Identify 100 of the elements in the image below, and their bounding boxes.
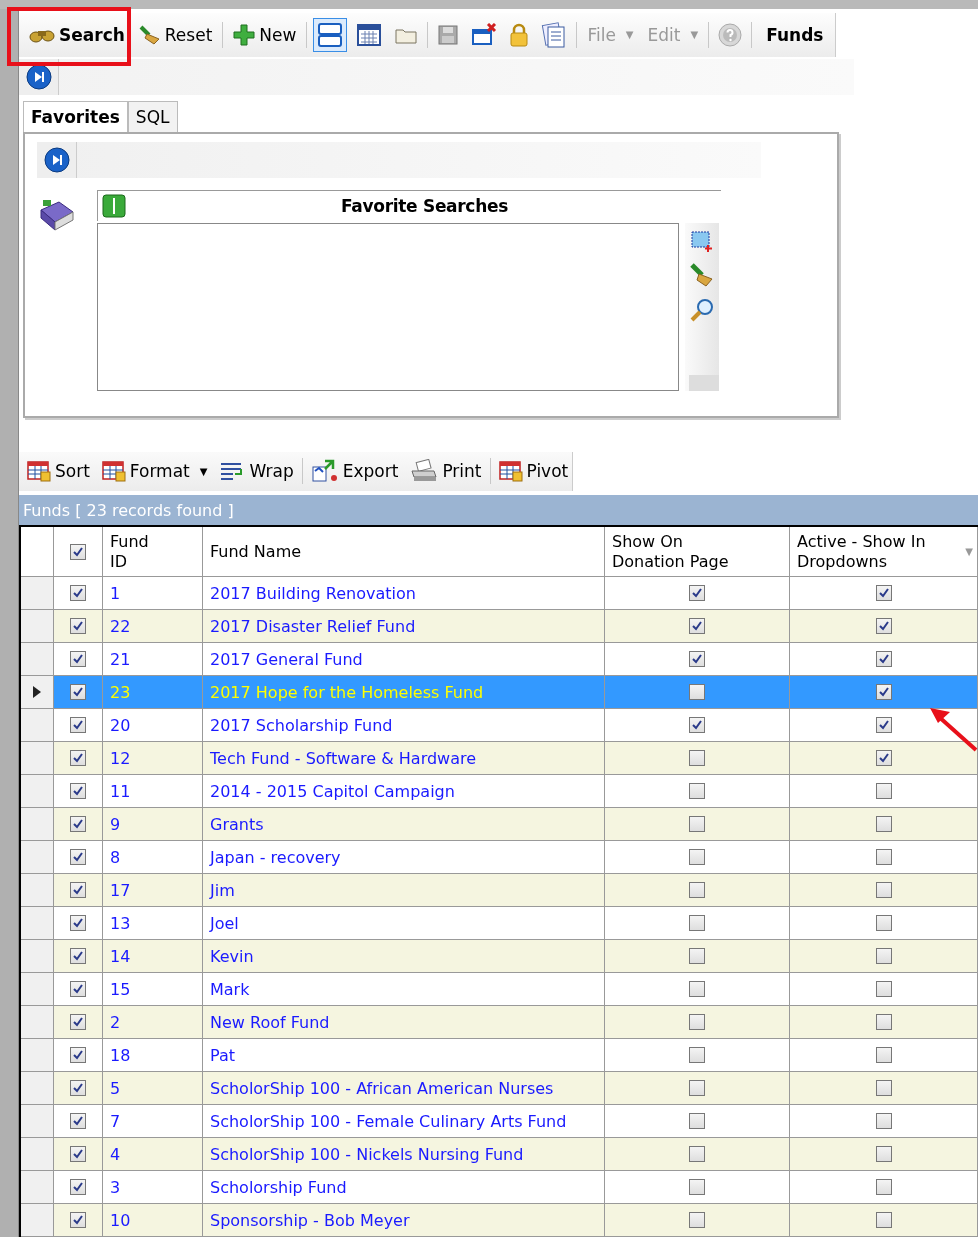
column-header[interactable]: Show On Donation Page: [605, 527, 790, 577]
book-icon: [37, 197, 77, 234]
checkbox[interactable]: [875, 915, 892, 931]
checkbox[interactable]: [689, 1014, 705, 1030]
toolbar-button[interactable]: [313, 17, 348, 52]
checkbox[interactable]: [875, 750, 892, 766]
checkbox[interactable]: [875, 1047, 892, 1063]
checkbox[interactable]: [70, 1014, 86, 1030]
tab[interactable]: Favorites: [23, 100, 128, 132]
column-header[interactable]: Fund Name: [203, 527, 605, 577]
checkbox[interactable]: [875, 783, 892, 799]
checkbox[interactable]: [70, 1113, 86, 1129]
checkbox[interactable]: [70, 750, 86, 766]
checkbox[interactable]: [70, 618, 86, 634]
add-selection-icon[interactable]: [690, 228, 714, 253]
checkbox[interactable]: [70, 585, 86, 601]
checkbox[interactable]: [875, 849, 892, 865]
checkbox[interactable]: [70, 1080, 86, 1096]
next-icon: [43, 146, 70, 173]
checkbox[interactable]: [875, 684, 892, 700]
table-row[interactable]: 12 Tech Fund - Software & Hardware: [21, 742, 978, 775]
table-row[interactable]: 2 New Roof Fund: [21, 1006, 978, 1039]
checkbox[interactable]: [70, 1146, 86, 1162]
table-row[interactable]: 4 ScholorShip 100 - Nickels Nursing Fund: [21, 1138, 978, 1171]
checkbox[interactable]: [689, 684, 705, 700]
new-button[interactable]: New: [229, 20, 301, 49]
checkbox[interactable]: [70, 1179, 86, 1195]
checkbox[interactable]: [689, 717, 705, 733]
table-cell: 4: [103, 1138, 203, 1171]
checkbox[interactable]: [689, 882, 705, 898]
toolbar-button[interactable]: Wrap: [215, 459, 298, 484]
search-icon[interactable]: [689, 296, 715, 323]
checkbox[interactable]: [70, 981, 86, 997]
checkbox[interactable]: [875, 1146, 892, 1162]
toolbar-button[interactable]: Export: [306, 457, 403, 486]
table-row[interactable]: 5 ScholorShip 100 - African American Nurses: [21, 1072, 978, 1105]
reset-button[interactable]: Reset: [134, 21, 217, 48]
checkbox[interactable]: [689, 1047, 705, 1063]
tab[interactable]: SQL: [127, 100, 178, 132]
checkbox[interactable]: [70, 915, 86, 931]
table-row[interactable]: 14 Kevin: [21, 940, 978, 973]
checkbox[interactable]: [689, 981, 705, 997]
checkbox[interactable]: [70, 816, 86, 832]
checkbox[interactable]: [689, 849, 705, 865]
checkbox[interactable]: [689, 948, 705, 964]
checkbox[interactable]: [70, 882, 86, 898]
checkbox[interactable]: [875, 948, 892, 964]
table-cell: 10: [103, 1204, 203, 1237]
checkbox[interactable]: [689, 651, 705, 667]
checkbox[interactable]: [70, 717, 86, 733]
module-title: Funds: [765, 24, 825, 45]
checkbox[interactable]: [689, 585, 705, 601]
checkbox[interactable]: [70, 684, 86, 700]
checkbox[interactable]: [70, 543, 86, 560]
checkbox[interactable]: [689, 750, 705, 766]
column-header[interactable]: Active - Show In Dropdowns ▼: [790, 527, 978, 577]
broom-icon[interactable]: [689, 262, 715, 287]
checkbox[interactable]: [875, 816, 892, 832]
column-header[interactable]: Fund ID: [103, 527, 203, 577]
checkbox[interactable]: [689, 1080, 705, 1096]
table-cell: 12: [103, 742, 203, 775]
checkbox[interactable]: [70, 1212, 86, 1228]
checkbox[interactable]: [70, 783, 86, 799]
checkbox[interactable]: [689, 1179, 705, 1195]
next-icon: [25, 63, 52, 90]
table-cell: 14: [103, 940, 203, 973]
checkbox[interactable]: [689, 915, 705, 931]
checkbox[interactable]: [70, 948, 86, 964]
checkbox[interactable]: [689, 1113, 705, 1129]
checkbox[interactable]: [875, 1080, 892, 1096]
checkbox[interactable]: [875, 882, 892, 898]
dropdown-button[interactable]: Format ▼: [97, 458, 212, 485]
checkbox[interactable]: [70, 849, 86, 865]
table-row[interactable]: 22 2017 Disaster Relief Fund: [21, 610, 978, 643]
checkbox[interactable]: [689, 1146, 705, 1162]
search-button[interactable]: Search: [25, 21, 129, 48]
checkbox[interactable]: [875, 1179, 892, 1195]
table-row[interactable]: 9 Grants: [21, 808, 978, 841]
checkbox[interactable]: [70, 651, 86, 667]
toolbar-button[interactable]: Sort: [23, 458, 94, 485]
panel-title: Favorite Searches: [340, 195, 509, 216]
checkbox[interactable]: [875, 585, 892, 601]
help-icon: [718, 22, 743, 47]
checkbox[interactable]: [70, 1047, 86, 1063]
checkbox[interactable]: [875, 1113, 892, 1129]
checkbox[interactable]: [689, 816, 705, 832]
checkbox[interactable]: [689, 783, 705, 799]
checkbox[interactable]: [875, 618, 892, 634]
checkbox[interactable]: [875, 717, 892, 733]
export-icon: [310, 459, 339, 484]
checkbox[interactable]: [689, 618, 705, 634]
checkbox[interactable]: [689, 1212, 705, 1228]
checkbox[interactable]: [875, 1212, 892, 1228]
toolbar-button[interactable]: Print: [406, 457, 486, 486]
toolbar-button[interactable]: Pivot: [494, 458, 573, 485]
checkbox[interactable]: [875, 651, 892, 667]
table-row[interactable]: 10 Sponsorship - Bob Meyer: [21, 1204, 978, 1237]
checkbox[interactable]: [875, 1014, 892, 1030]
table-row[interactable]: 17 Jim: [21, 874, 978, 907]
checkbox[interactable]: [875, 981, 892, 997]
